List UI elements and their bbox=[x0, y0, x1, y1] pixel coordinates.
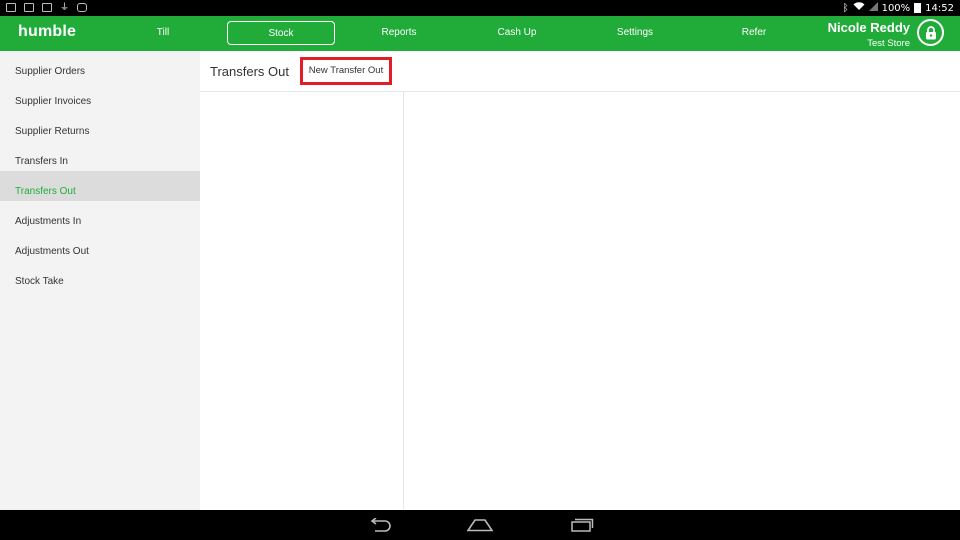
game-controller-icon bbox=[77, 3, 88, 12]
battery-percent: 100% bbox=[881, 2, 911, 14]
recents-icon bbox=[571, 518, 594, 532]
stock-sidebar: Supplier Orders Supplier Invoices Suppli… bbox=[0, 51, 200, 510]
nav-cash-up[interactable]: Cash Up bbox=[463, 21, 571, 45]
store-name: Test Store bbox=[867, 38, 910, 49]
cassette-icon bbox=[42, 3, 52, 12]
nav-till[interactable]: Till bbox=[109, 21, 217, 45]
humble-logo[interactable]: humble bbox=[18, 23, 76, 41]
lock-icon bbox=[925, 25, 936, 39]
sidebar-item-transfers-out[interactable]: Transfers Out bbox=[0, 171, 200, 201]
home-icon bbox=[467, 519, 493, 532]
clock: 14:52 bbox=[925, 2, 954, 14]
sidebar-item-stock-take[interactable]: Stock Take bbox=[0, 261, 200, 291]
sidebar-item-adjustments-out[interactable]: Adjustments Out bbox=[0, 231, 200, 261]
status-bar: ⏚ ᛒ 100% 14:52 bbox=[0, 0, 960, 16]
app-header: humble Till Stock Reports Cash Up Settin… bbox=[0, 16, 960, 51]
new-transfer-out-button[interactable]: New Transfer Out bbox=[300, 57, 392, 85]
bluetooth-icon: ᛒ bbox=[842, 2, 849, 14]
system-status: ᛒ 100% 14:52 bbox=[843, 2, 954, 14]
nav-stock[interactable]: Stock bbox=[227, 21, 335, 45]
page-title: Transfers Out bbox=[210, 64, 289, 79]
user-name: Nicole Reddy bbox=[827, 20, 910, 35]
image-icon bbox=[24, 3, 34, 12]
transfer-list-panel bbox=[200, 92, 403, 510]
back-button[interactable] bbox=[366, 515, 394, 535]
youtube-icon bbox=[6, 3, 16, 12]
back-icon bbox=[370, 518, 391, 532]
notification-icons: ⏚ bbox=[6, 2, 88, 12]
nav-reports[interactable]: Reports bbox=[345, 21, 453, 45]
signal-icon bbox=[868, 2, 878, 14]
nav-refer[interactable]: Refer bbox=[700, 21, 808, 45]
nav-settings[interactable]: Settings bbox=[581, 21, 689, 45]
lock-button[interactable] bbox=[917, 19, 944, 46]
main-content: Transfers Out New Transfer Out bbox=[200, 51, 960, 510]
home-button[interactable] bbox=[466, 515, 494, 535]
sidebar-item-adjustments-in[interactable]: Adjustments In bbox=[0, 201, 200, 231]
recents-button[interactable] bbox=[568, 515, 596, 535]
sidebar-item-supplier-orders[interactable]: Supplier Orders bbox=[0, 51, 200, 81]
sidebar-item-transfers-in[interactable]: Transfers In bbox=[0, 141, 200, 171]
android-nav-bar bbox=[0, 510, 960, 540]
transfer-detail-panel bbox=[404, 92, 960, 510]
wifi-icon bbox=[853, 2, 865, 14]
usb-icon: ⏚ bbox=[60, 2, 70, 12]
battery-icon bbox=[914, 3, 922, 13]
sidebar-item-supplier-returns[interactable]: Supplier Returns bbox=[0, 111, 200, 141]
sidebar-item-supplier-invoices[interactable]: Supplier Invoices bbox=[0, 81, 200, 111]
